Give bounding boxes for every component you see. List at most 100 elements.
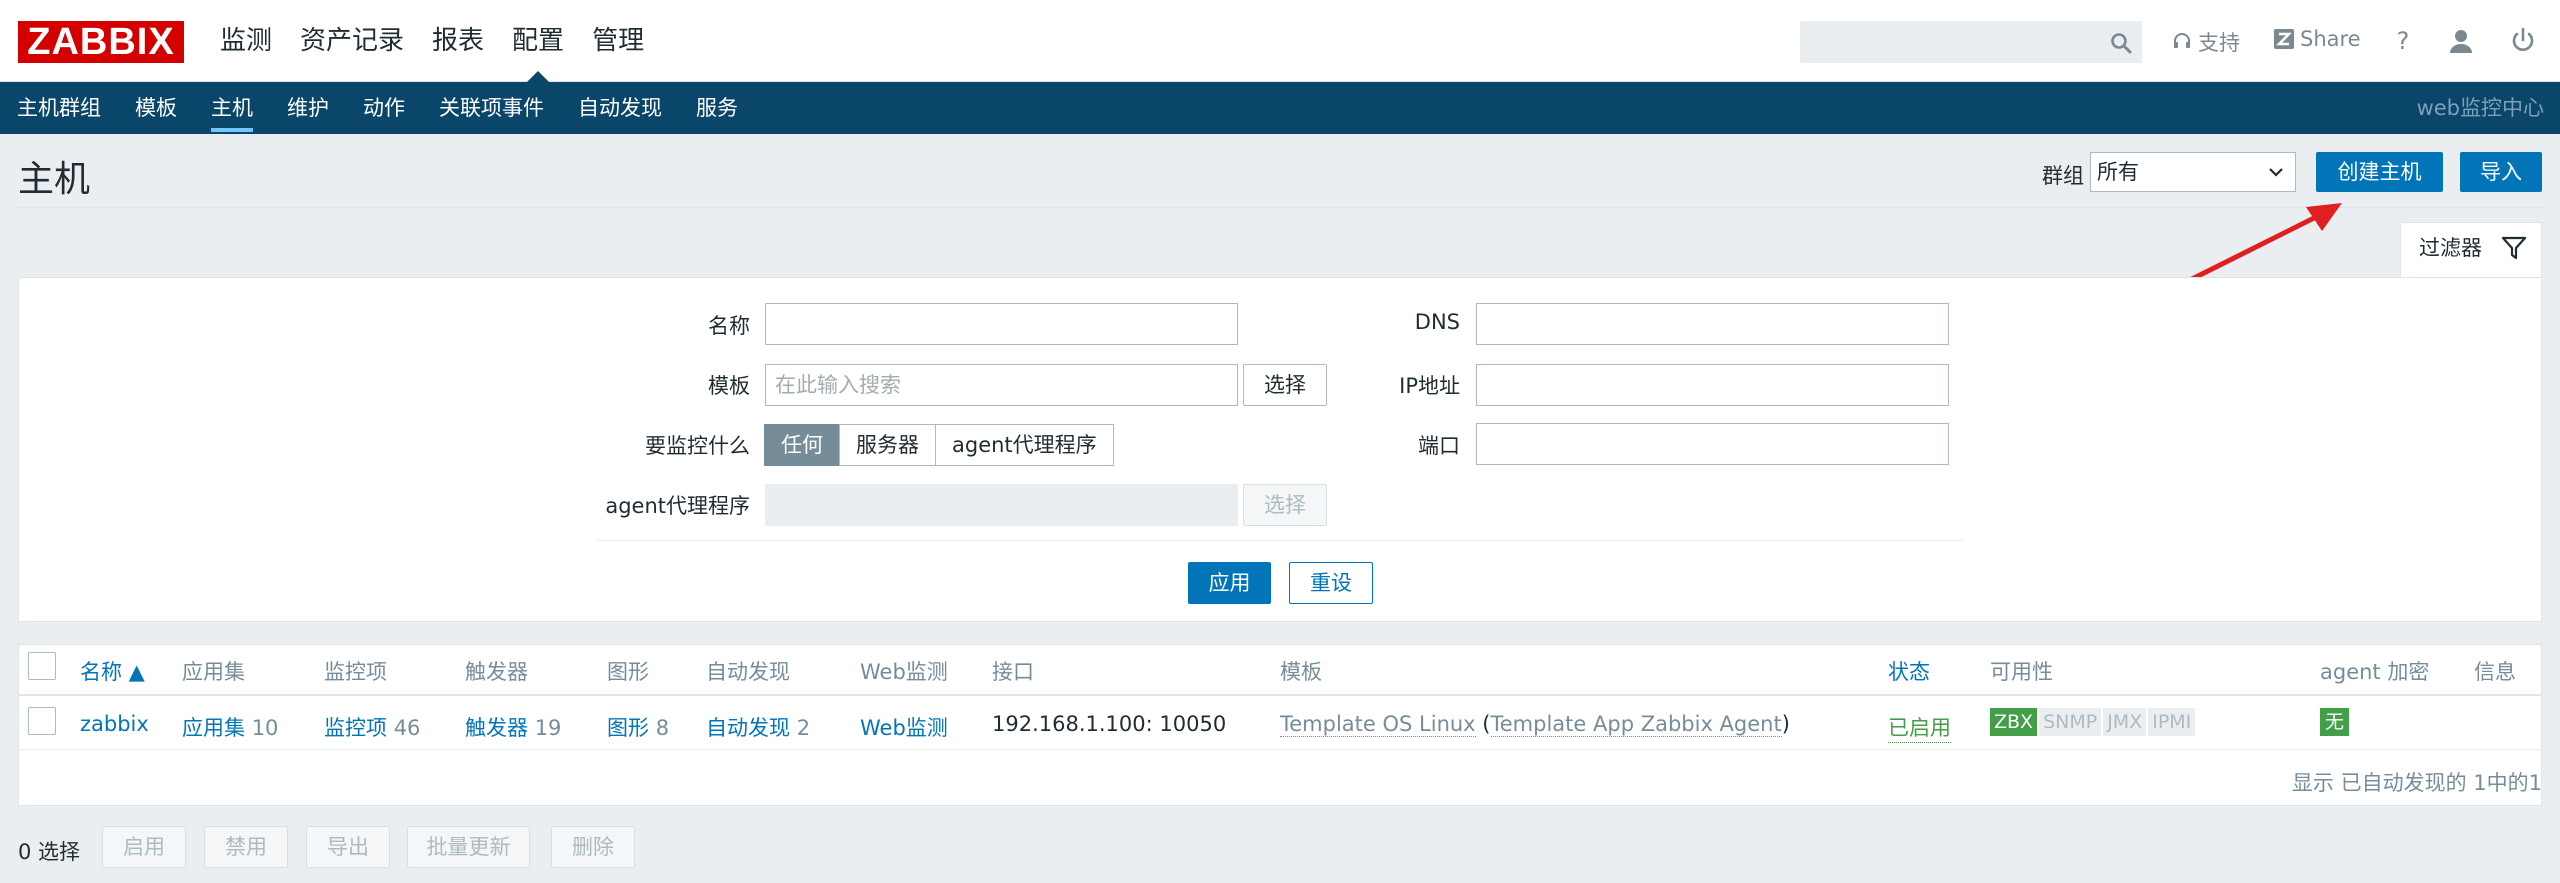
zabbix-logo[interactable]: ZABBIX [18,21,184,63]
filter-template-label: 模板 [708,374,750,398]
share-link[interactable]: Share [2274,27,2361,51]
filter-template-input[interactable] [765,364,1238,406]
items-link[interactable]: 监控项 [324,716,387,740]
delete-button: 删除 [551,826,635,868]
filter-port-label: 端口 [1418,434,1460,458]
subnav-maintenance[interactable]: 维护 [270,82,346,134]
column-header-name[interactable]: 名称 ▲ [80,656,145,686]
snmp-badge: SNMP [2039,708,2102,736]
support-link[interactable]: 支持 [2172,27,2240,57]
zbx-badge: ZBX [1990,708,2038,736]
header-divider [18,207,2542,208]
menu-reports[interactable]: 报表 [418,0,498,82]
parent-template-link[interactable]: Template App Zabbix Agent [1490,712,1782,737]
triggers-link[interactable]: 触发器 [465,716,528,740]
interface-cell: 192.168.1.100: 10050 [992,712,1227,736]
applications-cell: 应用集 10 [182,712,278,742]
monitored-by-server[interactable]: 服务器 [839,424,936,466]
mass-update-button: 批量更新 [407,826,530,868]
column-header-encryption: agent 加密 [2320,660,2430,684]
group-select-value: 所有 [2097,160,2139,184]
filter-monitored-by-label: 要监控什么 [645,434,750,458]
import-button[interactable]: 导入 [2460,152,2542,192]
filter-name-label: 名称 [708,314,750,338]
discovery-cell: 自动发现 2 [706,712,810,742]
disable-button: 禁用 [204,826,288,868]
filter-dns-input[interactable] [1476,303,1949,345]
filter-apply-button[interactable]: 应用 [1188,562,1271,604]
search-input[interactable] [1801,22,2101,62]
menu-administration[interactable]: 管理 [578,0,658,82]
column-header-info: 信息 [2474,660,2516,684]
enable-button: 启用 [102,826,186,868]
menu-configuration[interactable]: 配置 [498,0,578,82]
selected-count: 0 选择 [18,840,81,864]
subnav-event-correlation[interactable]: 关联项事件 [422,82,561,134]
ipmi-badge: IPMI [2148,708,2196,736]
column-header-status[interactable]: 状态 [1888,656,1930,686]
status-enabled-link[interactable]: 已启用 [1888,712,1951,743]
host-name-link[interactable]: zabbix [80,712,149,736]
table-paging-info: 显示 已自动发现的 1中的1 [2291,771,2542,795]
chevron-down-icon [2269,168,2283,177]
table-header-divider [18,694,2542,696]
menu-inventory[interactable]: 资产记录 [286,0,418,82]
create-host-button[interactable]: 创建主机 [2316,152,2443,192]
graphs-cell: 图形 8 [607,712,669,742]
filter-icon [2501,236,2527,260]
applications-count: 10 [251,716,279,740]
monitored-by-any[interactable]: 任何 [764,424,840,466]
subnav-templates[interactable]: 模板 [118,82,194,134]
proxy-select-button: 选择 [1243,484,1327,526]
export-button: 导出 [306,826,390,868]
column-header-interface: 接口 [992,660,1034,684]
filter-proxy-label: agent代理程序 [605,494,750,518]
subnav-discovery[interactable]: 自动发现 [561,82,679,134]
subnav-hosts[interactable]: 主机 [194,82,270,134]
column-header-web: Web监测 [860,660,948,684]
filter-proxy-input [765,484,1238,526]
column-header-graphs: 图形 [607,660,649,684]
filter-ip-input[interactable] [1476,364,1949,406]
help-icon[interactable]: ? [2388,25,2418,57]
top-header: ZABBIX 监测 资产记录 报表 配置 管理 支持 Share ? [0,0,2560,82]
graphs-link[interactable]: 图形 [607,716,649,740]
menu-monitoring[interactable]: 监测 [206,0,286,82]
column-header-discovery: 自动发现 [706,660,790,684]
row-checkbox[interactable] [28,707,56,735]
filter-port-input[interactable] [1476,423,1949,465]
template-open-paren: ( [1475,712,1491,736]
triggers-cell: 触发器 19 [465,712,561,742]
availability-badges: ZBX SNMP JMX IPMI [1990,708,2197,736]
page-title: 主机 [18,159,91,200]
monitored-by-proxy[interactable]: agent代理程序 [935,424,1114,466]
jmx-badge: JMX [2103,708,2147,736]
applications-link[interactable]: 应用集 [182,716,245,740]
subnav-host-groups[interactable]: 主机群组 [0,82,118,134]
discovery-link[interactable]: 自动发现 [706,716,790,740]
items-count: 46 [393,716,421,740]
monitored-by-radio-group: 任何 服务器 agent代理程序 [764,424,1114,466]
group-select[interactable]: 所有 [2090,152,2296,192]
filter-divider [596,540,1964,541]
select-all-checkbox[interactable] [28,652,56,680]
share-label: Share [2300,27,2361,51]
support-label: 支持 [2198,31,2240,55]
share-z-icon [2274,29,2294,49]
sign-out-icon[interactable] [2508,25,2538,57]
subnav-actions[interactable]: 动作 [346,82,422,134]
user-profile-icon[interactable] [2446,25,2476,57]
filter-dns-label: DNS [1414,310,1460,334]
search-icon[interactable] [2109,31,2133,55]
filter-tab[interactable]: 过滤器 [2400,222,2542,278]
filter-name-input[interactable] [765,303,1238,345]
template-link[interactable]: Template OS Linux [1280,712,1476,737]
filter-reset-button[interactable]: 重设 [1289,562,1373,604]
web-monitoring-link[interactable]: Web监测 [860,712,948,742]
subnav-services[interactable]: 服务 [679,82,755,134]
filter-tab-label: 过滤器 [2419,236,2482,260]
global-search [1800,21,2142,63]
encryption-badge: 无 [2320,708,2350,736]
templates-cell: Template OS Linux (Template App Zabbix A… [1280,712,1790,737]
column-header-templates: 模板 [1280,660,1322,684]
